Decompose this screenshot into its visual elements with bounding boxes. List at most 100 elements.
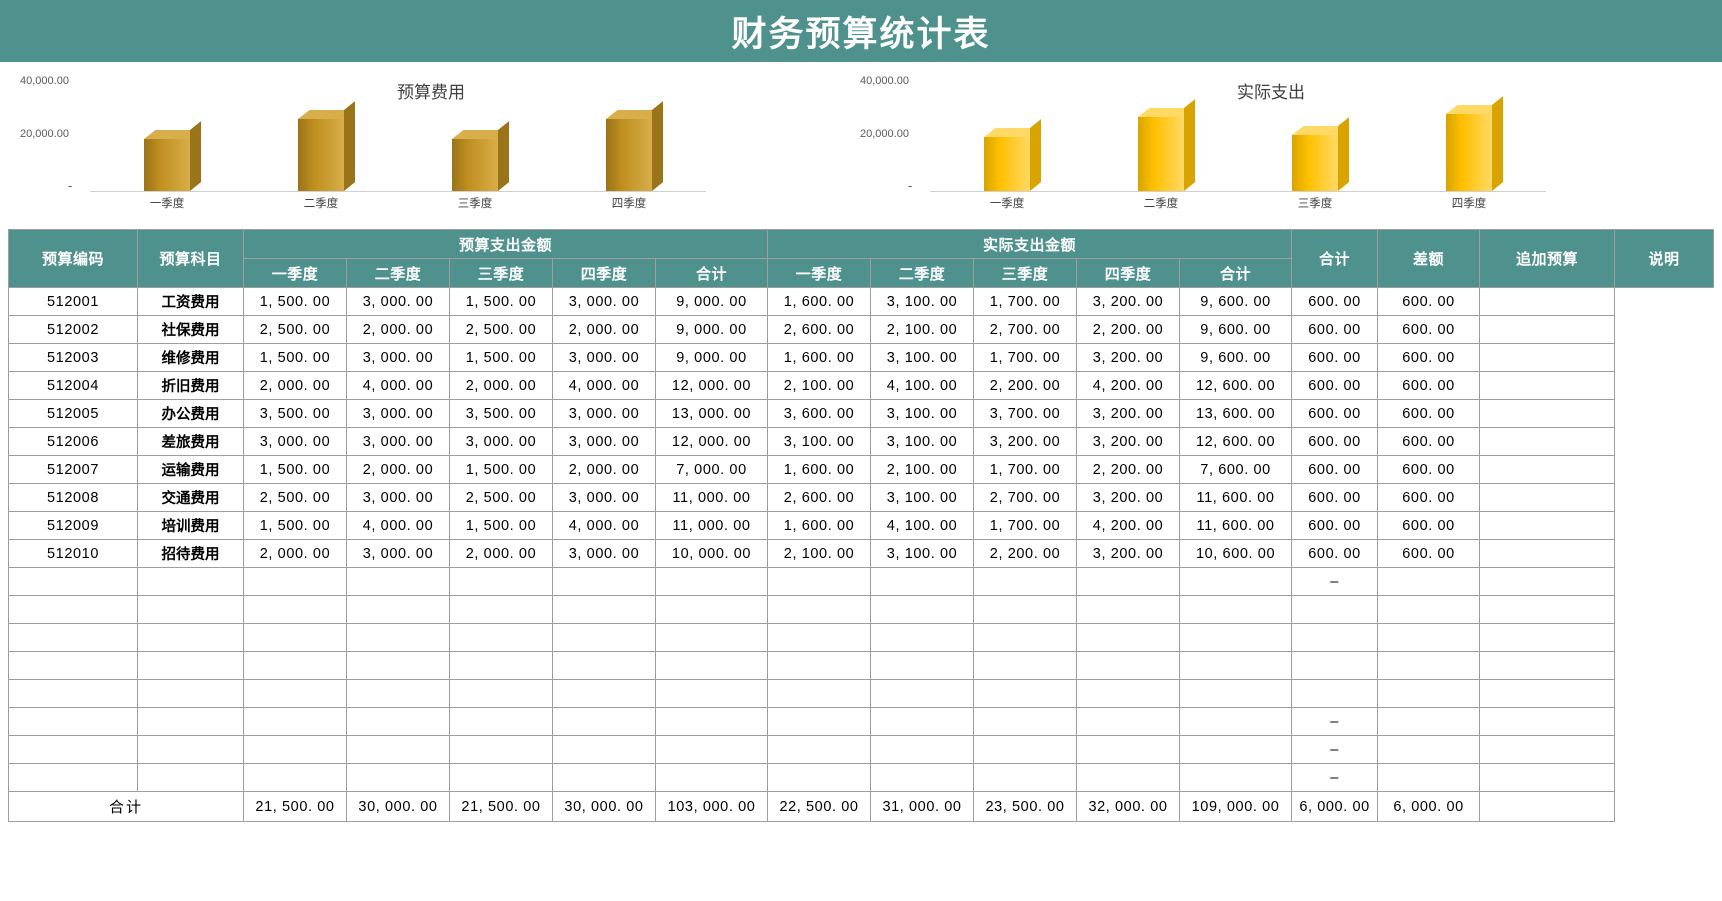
cell-variance[interactable]: 600. 00 [1291, 287, 1379, 316]
cell-actual-total[interactable] [1179, 763, 1293, 792]
cell-extra-budget[interactable] [1377, 707, 1481, 736]
cell-actual-q2[interactable]: 2, 100. 00 [870, 315, 975, 344]
cell-budget-total[interactable]: 11, 000. 00 [654, 511, 769, 540]
cell-actual-total[interactable]: 9, 600. 00 [1179, 287, 1293, 316]
cell-code[interactable] [8, 567, 138, 596]
cell-budget-q4[interactable]: 3, 000. 00 [552, 343, 656, 372]
cell-budget-q2[interactable]: 2, 000. 00 [346, 315, 450, 344]
cell-actual-q4[interactable] [1076, 651, 1181, 680]
cell-actual-q1[interactable]: 2, 100. 00 [767, 539, 872, 568]
cell-budget-total[interactable]: 10, 000. 00 [654, 539, 769, 568]
cell-actual-q1[interactable] [767, 735, 872, 764]
cell-remark[interactable] [1479, 371, 1616, 400]
cell-extra-budget[interactable]: 600. 00 [1377, 287, 1481, 316]
cell-total-actual-q1[interactable]: 22, 500. 00 [767, 791, 872, 822]
cell-actual-q1[interactable]: 1, 600. 00 [767, 287, 872, 316]
cell-remark[interactable] [1479, 707, 1616, 736]
cell-budget-q1[interactable] [243, 595, 347, 624]
cell-actual-q4[interactable]: 4, 200. 00 [1076, 371, 1181, 400]
cell-subject[interactable] [137, 707, 244, 736]
cell-code[interactable] [8, 595, 138, 624]
cell-code[interactable]: 512003 [8, 343, 138, 372]
cell-subject[interactable]: 交通费用 [137, 483, 244, 512]
cell-budget-q3[interactable]: 1, 500. 00 [449, 511, 553, 540]
cell-remark[interactable] [1479, 427, 1616, 456]
cell-actual-total[interactable]: 7, 600. 00 [1179, 455, 1293, 484]
cell-actual-q1[interactable]: 3, 600. 00 [767, 399, 872, 428]
cell-actual-q1[interactable] [767, 595, 872, 624]
cell-budget-q4[interactable] [552, 567, 656, 596]
cell-actual-q4[interactable]: 3, 200. 00 [1076, 483, 1181, 512]
cell-budget-q2[interactable] [346, 595, 450, 624]
cell-budget-q1[interactable]: 2, 500. 00 [243, 315, 347, 344]
cell-actual-q4[interactable] [1076, 735, 1181, 764]
cell-budget-total[interactable] [654, 567, 769, 596]
cell-actual-q3[interactable] [973, 651, 1078, 680]
cell-remark[interactable] [1479, 595, 1616, 624]
cell-actual-q1[interactable] [767, 679, 872, 708]
cell-actual-q2[interactable]: 3, 100. 00 [870, 287, 975, 316]
cell-remark[interactable] [1479, 623, 1616, 652]
cell-extra-budget[interactable]: 600. 00 [1377, 427, 1481, 456]
cell-budget-q4[interactable]: 3, 000. 00 [552, 539, 656, 568]
cell-remark[interactable] [1479, 287, 1616, 316]
cell-actual-q2[interactable]: 3, 100. 00 [870, 539, 975, 568]
cell-budget-q1[interactable]: 3, 500. 00 [243, 399, 347, 428]
cell-actual-q4[interactable]: 3, 200. 00 [1076, 399, 1181, 428]
cell-budget-q2[interactable]: 3, 000. 00 [346, 427, 450, 456]
cell-budget-q2[interactable]: 3, 000. 00 [346, 399, 450, 428]
cell-subject[interactable]: 招待费用 [137, 539, 244, 568]
cell-variance[interactable]: – [1291, 735, 1379, 764]
cell-budget-q4[interactable] [552, 679, 656, 708]
cell-subject[interactable]: 培训费用 [137, 511, 244, 540]
cell-code[interactable]: 512008 [8, 483, 138, 512]
cell-budget-q2[interactable] [346, 623, 450, 652]
cell-total-extra[interactable]: 6, 000. 00 [1377, 791, 1481, 822]
cell-budget-q2[interactable] [346, 567, 450, 596]
cell-budget-q3[interactable]: 2, 500. 00 [449, 483, 553, 512]
cell-budget-q2[interactable] [346, 707, 450, 736]
cell-actual-q3[interactable] [973, 763, 1078, 792]
cell-budget-q3[interactable]: 2, 000. 00 [449, 371, 553, 400]
cell-budget-total[interactable] [654, 651, 769, 680]
cell-remark[interactable] [1479, 315, 1616, 344]
cell-code[interactable]: 512002 [8, 315, 138, 344]
cell-actual-q4[interactable]: 3, 200. 00 [1076, 287, 1181, 316]
cell-actual-q3[interactable]: 3, 200. 00 [973, 427, 1078, 456]
cell-total-budget-q4[interactable]: 30, 000. 00 [552, 791, 656, 822]
cell-actual-q4[interactable]: 3, 200. 00 [1076, 539, 1181, 568]
cell-variance[interactable]: – [1291, 763, 1379, 792]
cell-budget-q3[interactable]: 2, 500. 00 [449, 315, 553, 344]
cell-actual-q3[interactable]: 1, 700. 00 [973, 511, 1078, 540]
cell-budget-q2[interactable] [346, 735, 450, 764]
cell-extra-budget[interactable]: 600. 00 [1377, 455, 1481, 484]
cell-actual-q3[interactable]: 2, 700. 00 [973, 315, 1078, 344]
cell-actual-total[interactable] [1179, 567, 1293, 596]
cell-actual-total[interactable] [1179, 679, 1293, 708]
cell-subject[interactable] [137, 567, 244, 596]
cell-budget-q4[interactable] [552, 595, 656, 624]
cell-variance[interactable] [1291, 651, 1379, 680]
cell-actual-total[interactable] [1179, 595, 1293, 624]
cell-actual-q1[interactable] [767, 651, 872, 680]
cell-budget-total[interactable] [654, 623, 769, 652]
cell-budget-q1[interactable]: 1, 500. 00 [243, 287, 347, 316]
cell-actual-q1[interactable] [767, 567, 872, 596]
cell-actual-q2[interactable] [870, 567, 975, 596]
cell-budget-q1[interactable] [243, 651, 347, 680]
cell-variance[interactable]: 600. 00 [1291, 315, 1379, 344]
cell-extra-budget[interactable]: 600. 00 [1377, 343, 1481, 372]
cell-actual-q2[interactable] [870, 735, 975, 764]
cell-extra-budget[interactable] [1377, 763, 1481, 792]
cell-variance[interactable]: 600. 00 [1291, 427, 1379, 456]
cell-actual-q1[interactable]: 2, 100. 00 [767, 371, 872, 400]
cell-remark[interactable] [1479, 511, 1616, 540]
cell-code[interactable]: 512010 [8, 539, 138, 568]
cell-subject[interactable] [137, 679, 244, 708]
cell-budget-q1[interactable] [243, 679, 347, 708]
cell-actual-q3[interactable] [973, 679, 1078, 708]
cell-actual-q2[interactable]: 3, 100. 00 [870, 399, 975, 428]
cell-code[interactable]: 512006 [8, 427, 138, 456]
cell-actual-q2[interactable] [870, 707, 975, 736]
cell-actual-q2[interactable] [870, 595, 975, 624]
